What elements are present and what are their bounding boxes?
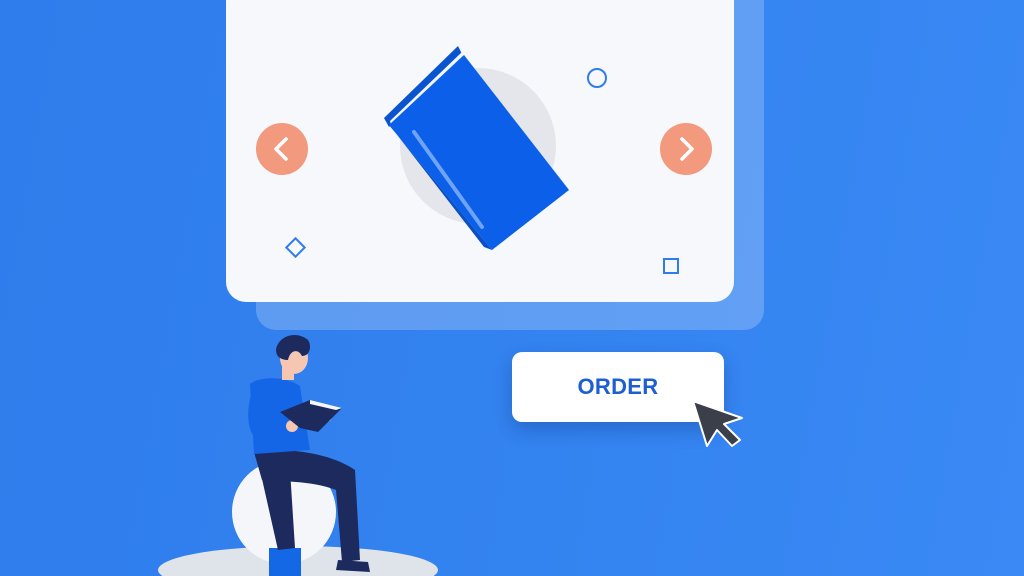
promo-scene: ORDER	[0, 0, 1024, 576]
decor-square-icon	[663, 258, 679, 274]
order-button-label: ORDER	[577, 374, 659, 399]
chevron-right-icon	[680, 137, 694, 161]
decor-diamond-icon	[284, 236, 307, 259]
person-reading-illustration	[158, 335, 438, 576]
carousel-prev-button[interactable]	[256, 123, 308, 175]
mouse-cursor-icon	[692, 400, 743, 447]
seat-block	[269, 548, 301, 576]
product-carousel-card	[226, 0, 734, 302]
carousel-next-button[interactable]	[660, 123, 712, 175]
person-shoes	[336, 560, 370, 572]
chevron-left-icon	[274, 137, 288, 161]
decor-circle-icon	[587, 68, 607, 88]
